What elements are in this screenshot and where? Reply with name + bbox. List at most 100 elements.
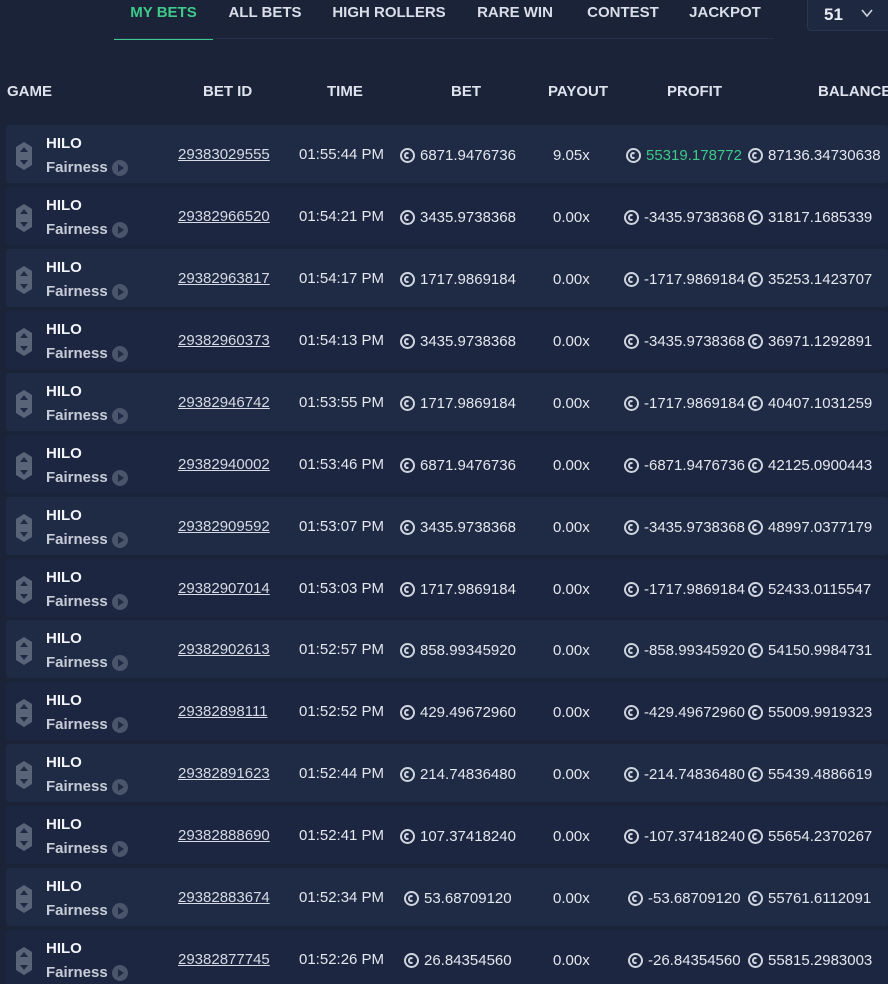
table-header: GAME BET ID TIME BET PAYOUT PROFIT BALAN… <box>0 78 888 108</box>
bet-id-link[interactable]: 29382963817 <box>178 270 270 287</box>
profit-value: -1717.9869184 <box>644 581 745 598</box>
tabs-divider <box>114 38 774 39</box>
tab-all-bets[interactable]: ALL BETS <box>221 0 309 38</box>
bet-id-link[interactable]: 29382909592 <box>178 518 270 535</box>
bet-time: 01:54:21 PM <box>299 208 385 225</box>
payout-value: 0.00x <box>553 457 590 474</box>
bet-id-link[interactable]: 29382940002 <box>178 456 270 473</box>
bet-id-link[interactable]: 29382883674 <box>178 889 270 906</box>
col-balance: BALANCE <box>818 83 888 100</box>
coin-icon <box>624 705 639 720</box>
game-name: HILO <box>46 383 82 400</box>
coin-icon <box>624 334 639 349</box>
game-name: HILO <box>46 321 82 338</box>
fairness-button[interactable]: Fairness <box>46 902 128 919</box>
balance-value: 55009.9919323 <box>768 704 873 721</box>
bet-time: 01:52:44 PM <box>299 765 385 782</box>
col-bet-id: BET ID <box>203 83 253 100</box>
game-name: HILO <box>46 692 82 709</box>
tab-jackpot[interactable]: JACKPOT <box>684 0 766 38</box>
bet-id-link[interactable]: 29382877745 <box>178 951 270 968</box>
bet-id-link[interactable]: 29383029555 <box>178 146 270 163</box>
tab-high-rollers[interactable]: HIGH ROLLERS <box>326 0 452 38</box>
payout-value: 0.00x <box>553 581 590 598</box>
profit-value: -26.84354560 <box>648 952 741 969</box>
fairness-button[interactable]: Fairness <box>46 159 128 176</box>
payout-value: 0.00x <box>553 271 590 288</box>
bet-id-link[interactable]: 29382891623 <box>178 765 270 782</box>
bet-amount-value: 107.37418240 <box>420 828 516 845</box>
profit-value: 55319.178772 <box>646 147 742 164</box>
bet-id-link[interactable]: 29382966520 <box>178 208 270 225</box>
balance-amount: 48997.0377179 <box>748 519 888 536</box>
bet-amount-value: 429.49672960 <box>420 704 516 721</box>
coin-icon <box>624 767 639 782</box>
fairness-label: Fairness <box>46 654 108 671</box>
fairness-button[interactable]: Fairness <box>46 345 128 362</box>
tab-contest[interactable]: CONTEST <box>580 0 666 38</box>
fairness-button[interactable]: Fairness <box>46 778 128 795</box>
table-row: HILO Fairness 29382966520 01:54:21 PM 34… <box>6 187 888 245</box>
play-icon <box>111 159 128 176</box>
bet-id-link[interactable]: 29382898111 <box>178 703 268 720</box>
balance-amount: 54150.9984731 <box>748 642 888 659</box>
play-icon <box>111 407 128 424</box>
bet-id-link[interactable]: 29382888690 <box>178 827 270 844</box>
profit-amount: -1717.9869184 <box>624 581 745 598</box>
fairness-button[interactable]: Fairness <box>46 469 128 486</box>
fairness-label: Fairness <box>46 283 108 300</box>
tab-my-bets[interactable]: MY BETS <box>114 0 213 40</box>
col-payout: PAYOUT <box>548 83 609 100</box>
tab-rare-win[interactable]: RARE WIN <box>470 0 560 38</box>
table-row: HILO Fairness 29382940002 01:53:46 PM 68… <box>6 435 888 493</box>
fairness-button[interactable]: Fairness <box>46 531 128 548</box>
balance-amount: 55654.2370267 <box>748 828 888 845</box>
fairness-button[interactable]: Fairness <box>46 964 128 981</box>
profit-amount: 55319.178772 <box>626 147 742 164</box>
fairness-button[interactable]: Fairness <box>46 654 128 671</box>
fairness-button[interactable]: Fairness <box>46 593 128 610</box>
game-name: HILO <box>46 507 82 524</box>
balance-amount: 55009.9919323 <box>748 704 888 721</box>
profit-amount: -1717.9869184 <box>624 271 745 288</box>
bet-id-link[interactable]: 29382960373 <box>178 332 270 349</box>
balance-value: 55761.6112091 <box>768 890 872 907</box>
bet-amount-value: 53.68709120 <box>424 890 512 907</box>
fairness-button[interactable]: Fairness <box>46 840 128 857</box>
fairness-label: Fairness <box>46 407 108 424</box>
fairness-button[interactable]: Fairness <box>46 221 128 238</box>
balance-value: 36971.1292891 <box>768 333 873 350</box>
payout-value: 0.00x <box>553 766 590 783</box>
chevron-down-icon <box>861 9 873 18</box>
hilo-hexagon-icon <box>16 947 32 975</box>
coin-icon <box>748 148 763 163</box>
bet-amount-value: 214.74836480 <box>420 766 516 783</box>
rows-count-select[interactable]: 51 <box>807 0 888 31</box>
fairness-button[interactable]: Fairness <box>46 283 128 300</box>
coin-icon <box>748 953 763 968</box>
coin-icon <box>624 272 639 287</box>
play-icon <box>111 345 128 362</box>
bet-id-link[interactable]: 29382902613 <box>178 641 270 658</box>
table-row: HILO Fairness 29383029555 01:55:44 PM 68… <box>6 125 888 183</box>
coin-icon <box>400 210 415 225</box>
table-row: HILO Fairness 29382909592 01:53:07 PM 34… <box>6 497 888 555</box>
hilo-hexagon-icon <box>16 204 32 232</box>
bet-time: 01:52:52 PM <box>299 703 385 720</box>
fairness-button[interactable]: Fairness <box>46 716 128 733</box>
play-icon <box>111 654 128 671</box>
fairness-button[interactable]: Fairness <box>46 407 128 424</box>
coin-icon <box>748 334 763 349</box>
balance-value: 40407.1031259 <box>768 395 873 412</box>
bet-id-link[interactable]: 29382946742 <box>178 394 270 411</box>
bet-id-link[interactable]: 29382907014 <box>178 580 270 597</box>
bet-amount: 3435.9738368 <box>400 519 516 536</box>
payout-value: 9.05x <box>553 147 590 164</box>
coin-icon <box>400 520 415 535</box>
balance-amount: 40407.1031259 <box>748 395 888 412</box>
fairness-label: Fairness <box>46 964 108 981</box>
fairness-label: Fairness <box>46 531 108 548</box>
coin-icon <box>748 272 763 287</box>
profit-value: -3435.9738368 <box>644 333 745 350</box>
balance-amount: 87136.34730638 <box>748 147 888 164</box>
